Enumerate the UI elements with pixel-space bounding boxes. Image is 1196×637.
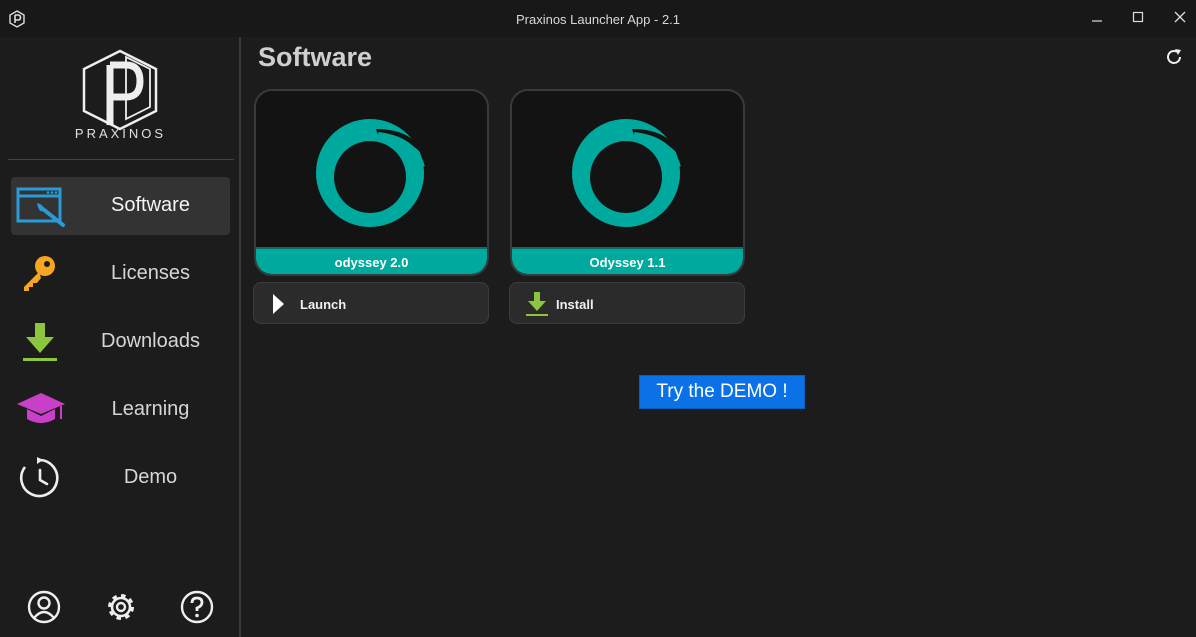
odyssey-logo-icon [572, 119, 684, 227]
help-icon[interactable] [179, 589, 215, 625]
close-icon [1174, 11, 1186, 23]
software-icon [16, 187, 65, 227]
play-icon [273, 294, 284, 314]
minimize-icon [1092, 20, 1102, 22]
download-icon [526, 292, 548, 316]
timer-icon [20, 457, 59, 498]
software-card-odyssey-2[interactable]: odyssey 2.0 [254, 89, 489, 276]
app-window: Praxinos Launcher App - 2.1 PRAXINOS Sof… [0, 0, 1196, 637]
sidebar: PRAXINOS Software Licenses Downloads Lea… [0, 37, 241, 637]
user-icon[interactable] [26, 589, 62, 625]
maximize-icon [1132, 11, 1144, 23]
page-title: Software [258, 42, 373, 72]
refresh-icon[interactable] [1164, 47, 1184, 67]
window-title: Praxinos Launcher App - 2.1 [515, 12, 681, 27]
software-card-odyssey-1[interactable]: Odyssey 1.1 [510, 89, 745, 276]
sidebar-item-label: Downloads [101, 330, 200, 352]
sidebar-item-learning[interactable]: Learning [11, 381, 230, 439]
try-demo-button[interactable]: Try the DEMO ! [639, 375, 805, 409]
title-bar: Praxinos Launcher App - 2.1 [0, 0, 1196, 37]
sidebar-item-licenses[interactable]: Licenses [11, 245, 230, 303]
install-button[interactable]: Install [509, 282, 745, 324]
sidebar-divider [8, 159, 234, 160]
close-button[interactable] [1168, 6, 1192, 28]
download-icon [23, 323, 57, 361]
gear-icon[interactable] [103, 589, 139, 625]
sidebar-item-label: Licenses [111, 262, 190, 284]
main-content: Software odyssey 2.0 Launch Odyssey 1.1 … [243, 37, 1196, 637]
logo-text: PRAXINOS [74, 126, 167, 141]
sidebar-item-label: Demo [123, 466, 178, 488]
maximize-button[interactable] [1126, 6, 1150, 28]
odyssey-logo-icon [316, 119, 428, 227]
launch-button[interactable]: Launch [253, 282, 489, 324]
sidebar-item-label: Software [111, 194, 190, 216]
sidebar-item-label: Learning [111, 398, 190, 420]
launch-button-label: Launch [300, 297, 347, 312]
sidebar-item-downloads[interactable]: Downloads [11, 313, 230, 371]
card-label: Odyssey 1.1 [512, 247, 743, 274]
graduation-cap-icon [17, 393, 65, 423]
install-button-label: Install [556, 297, 594, 312]
minimize-button[interactable] [1085, 6, 1109, 28]
sidebar-item-software[interactable]: Software [11, 177, 230, 235]
sidebar-item-demo[interactable]: Demo [11, 449, 230, 507]
card-label: odyssey 2.0 [256, 247, 487, 274]
key-icon [24, 256, 55, 291]
